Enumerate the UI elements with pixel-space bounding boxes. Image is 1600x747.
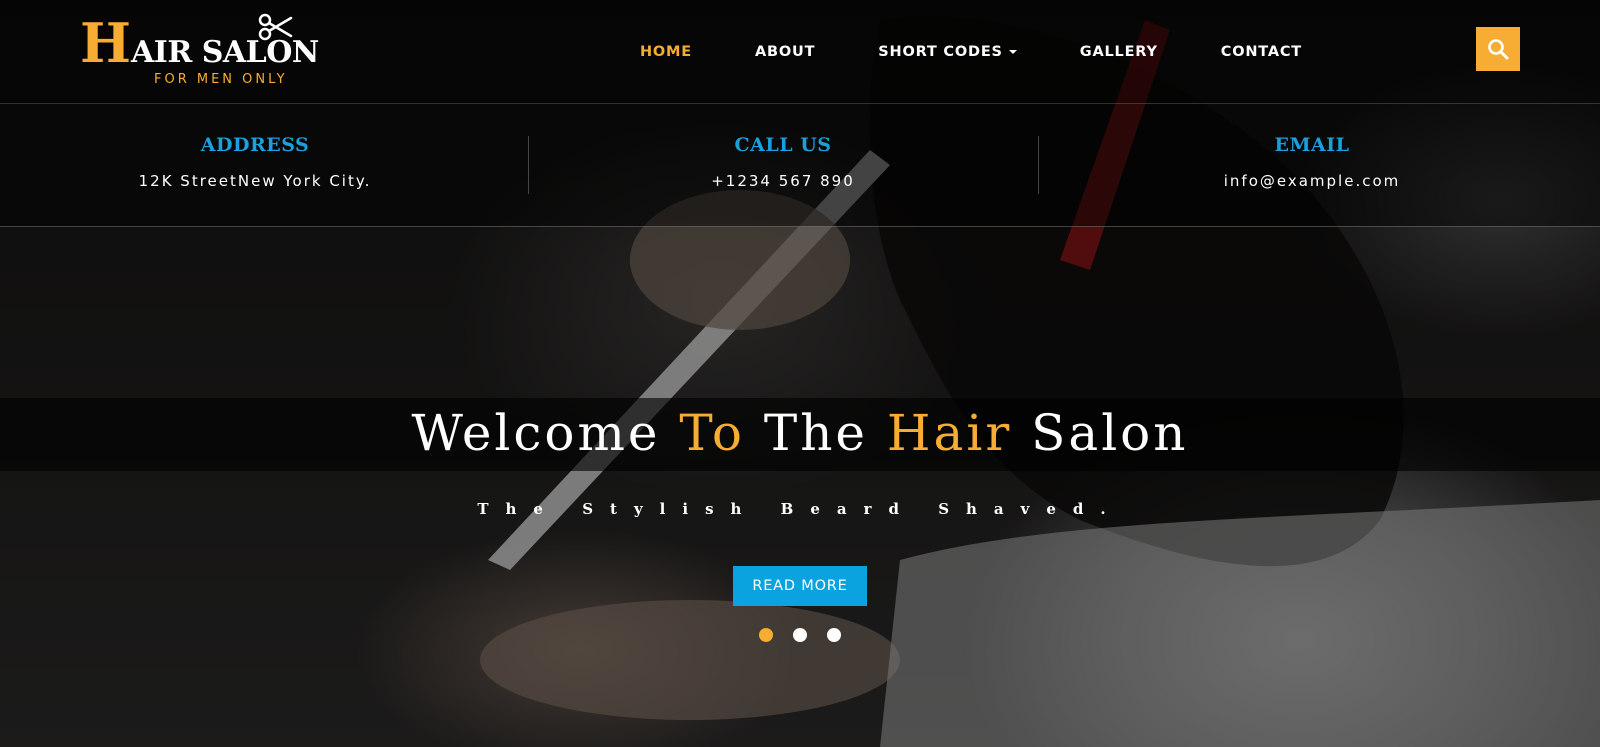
info-value: 12K StreetNew York City. [138, 172, 372, 190]
hero-title-accent: To [679, 404, 745, 462]
site-header: HAIR SALON FOR MEN ONLY HOME ABOUT SHORT… [0, 0, 1600, 104]
logo-initial: H [80, 11, 132, 75]
read-more-button[interactable]: READ MORE [733, 566, 867, 606]
nav-item-contact[interactable]: CONTACT [1221, 40, 1302, 68]
info-address: ADDRESS 12K StreetNew York City. [0, 104, 510, 227]
caret-down-icon [1008, 50, 1017, 54]
hero-title-part: Welcome [411, 404, 680, 462]
main-navigation: HOME ABOUT SHORT CODES GALLERY CONTACT [640, 40, 1365, 68]
info-value: +1234 567 890 [711, 172, 855, 190]
hero-title: Welcome To The Hair Salon [0, 404, 1600, 462]
slider-dot-1[interactable] [759, 628, 773, 642]
nav-item-home[interactable]: HOME [640, 40, 692, 68]
nav-item-label: CONTACT [1220, 44, 1302, 60]
nav-item-short-codes[interactable]: SHORT CODES [878, 40, 1017, 68]
contact-info-bar: ADDRESS 12K StreetNew York City. CALL US… [0, 104, 1600, 227]
hero-title-accent: Hair [886, 404, 1013, 462]
nav-item-label: GALLERY [1079, 44, 1158, 60]
info-title: ADDRESS [200, 134, 310, 156]
logo-tagline: FOR MEN ONLY [154, 72, 288, 87]
info-title: CALL US [734, 134, 832, 156]
nav-item-gallery[interactable]: GALLERY [1080, 40, 1158, 68]
divider [1038, 136, 1039, 194]
nav-item-label: HOME [640, 44, 692, 60]
slider-pagination [759, 628, 861, 642]
info-phone: CALL US +1234 567 890 [528, 104, 1038, 227]
scissors-icon [258, 13, 293, 41]
slider-dot-2[interactable] [793, 628, 807, 642]
nav-item-label: SHORT CODES [878, 44, 1003, 60]
search-button[interactable] [1476, 27, 1520, 71]
info-title: EMAIL [1274, 134, 1350, 156]
logo[interactable]: HAIR SALON FOR MEN ONLY [80, 11, 319, 92]
nav-item-about[interactable]: ABOUT [755, 40, 815, 68]
info-value[interactable]: info@example.com [1057, 172, 1567, 190]
hero-title-part: Salon [1012, 404, 1189, 462]
hero-title-part: The [744, 404, 887, 462]
hero-subtitle: The Stylish Beard Shaved. [477, 500, 1123, 518]
info-email: EMAIL info@example.com [1057, 104, 1567, 227]
search-icon [1488, 39, 1509, 60]
slider-dot-3[interactable] [827, 628, 841, 642]
nav-item-label: ABOUT [755, 44, 816, 60]
